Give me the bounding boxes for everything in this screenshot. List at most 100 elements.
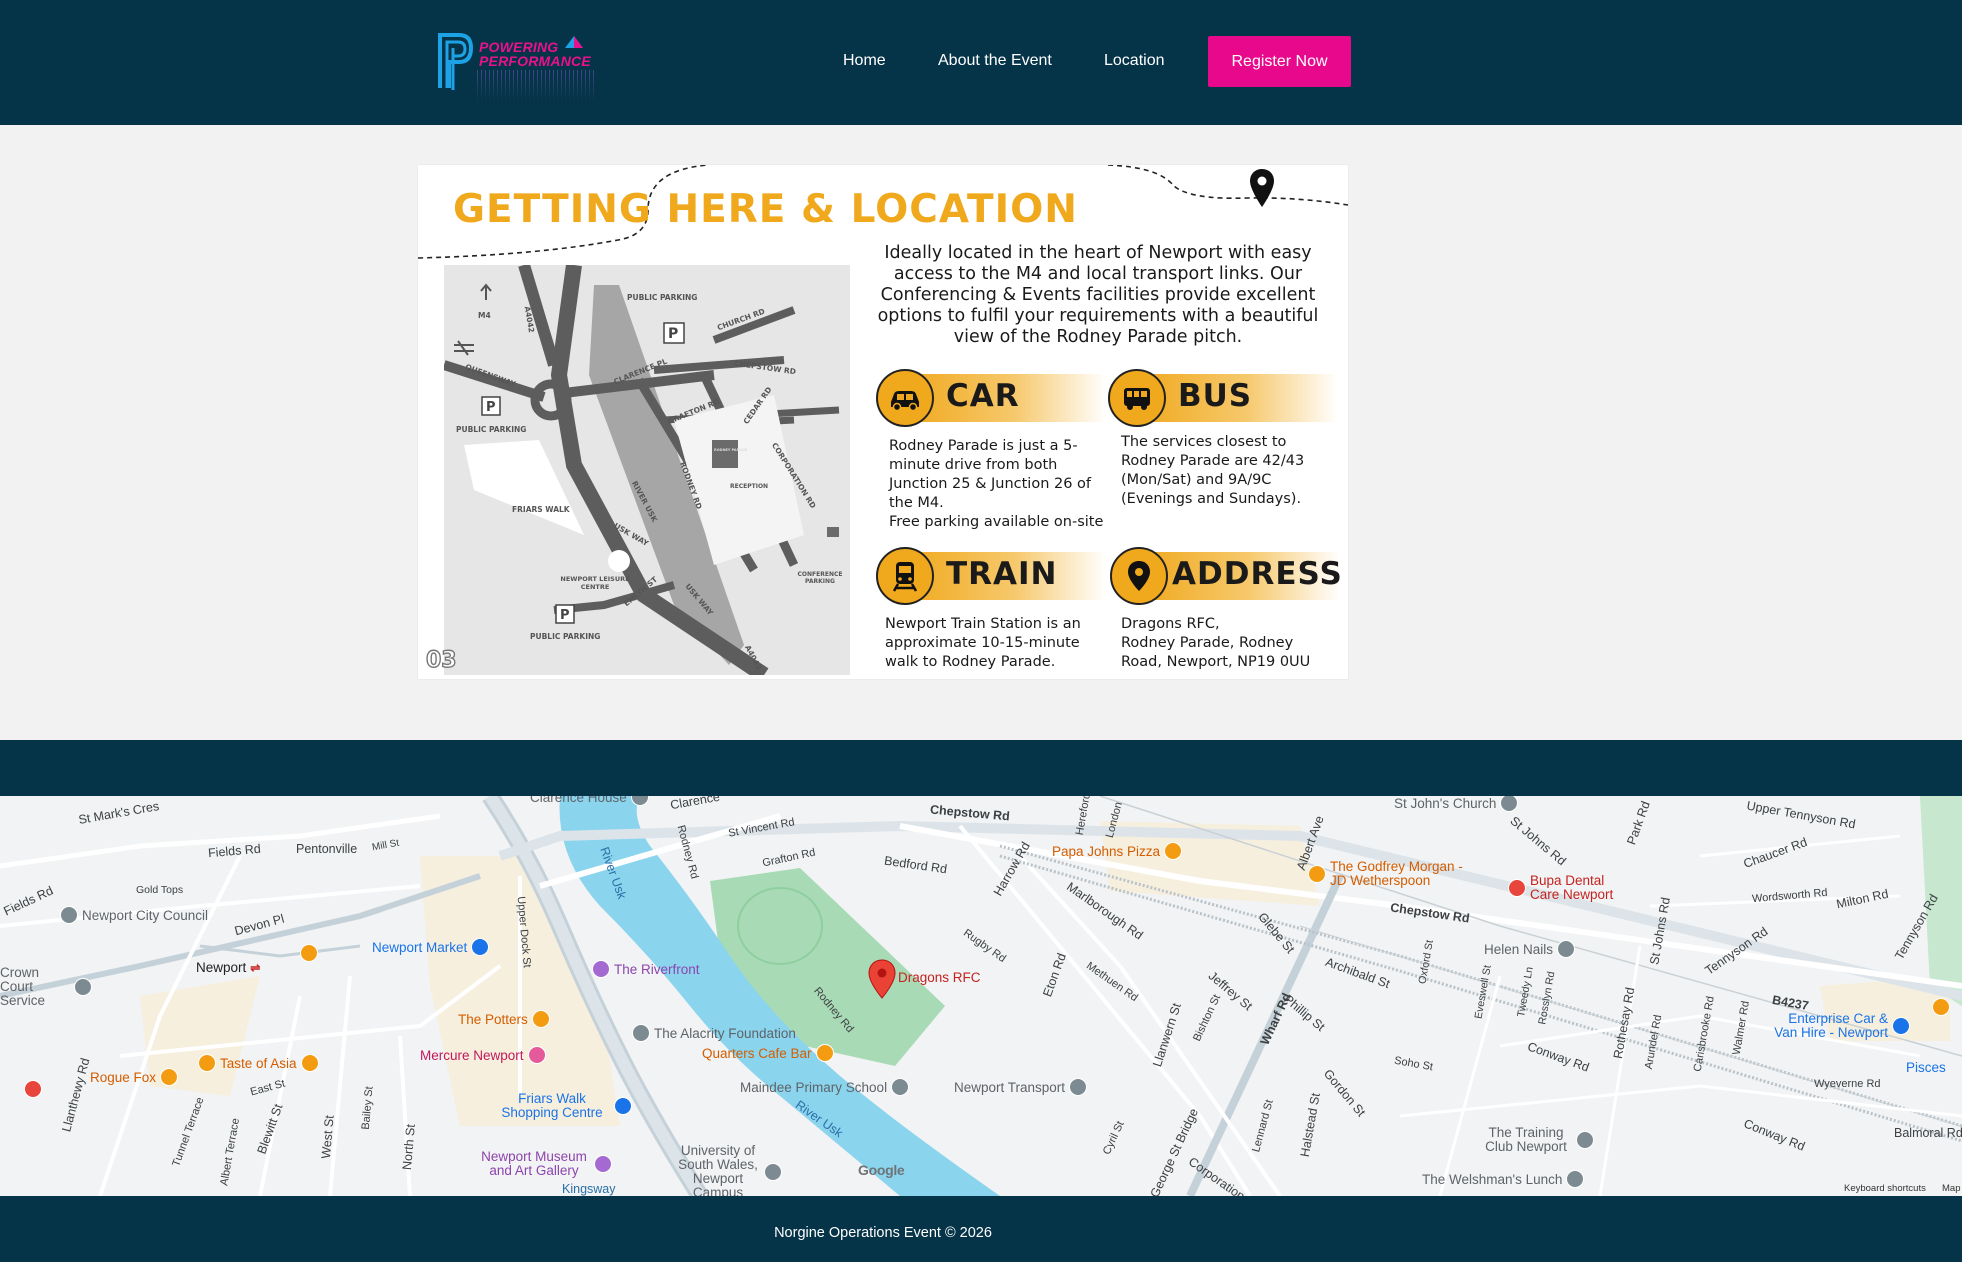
logo-p-icon <box>438 33 474 90</box>
poi-label: Newport Museum and Art Gallery <box>481 1149 587 1178</box>
poi-mercure-newport[interactable]: Mercure Newport <box>420 1046 546 1064</box>
poi-the-potters[interactable]: The Potters <box>458 1010 550 1028</box>
health-icon <box>24 1080 42 1098</box>
health-icon <box>1508 879 1526 897</box>
map-pin-icon <box>1250 169 1274 207</box>
address-section-heading: ADDRESS <box>1110 547 1342 605</box>
poi-label: Bupa Dental Care Newport <box>1530 873 1614 902</box>
road-label: Pentonville <box>296 842 358 856</box>
poi-bupa-dental[interactable]: Bupa Dental Care Newport <box>1508 874 1638 902</box>
car-text-line: the M4. <box>889 495 944 511</box>
register-now-button[interactable]: Register Now <box>1208 36 1351 87</box>
logo-triangle-icon <box>565 36 583 48</box>
svg-text:P: P <box>486 400 496 415</box>
train-icon <box>892 562 918 592</box>
poi-quarters-cafe-bar[interactable]: Quarters Cafe Bar <box>702 1044 834 1062</box>
poi-label: Helen Nails <box>1484 941 1554 957</box>
mini-label-rodney-parade: RODNEY PARADE <box>714 448 748 452</box>
nav-about-the-event[interactable]: About the Event <box>938 36 1052 86</box>
civic-icon <box>74 978 92 996</box>
poi-label: Newport Market <box>372 939 468 955</box>
nav-location[interactable]: Location <box>1104 36 1165 86</box>
poi-newport-city-council[interactable]: Newport City Council <box>60 906 208 924</box>
poi-label: Maindee Primary School <box>740 1079 888 1095</box>
mini-label-m4: M4 <box>478 311 491 320</box>
poi-training-club[interactable]: The Training Club Newport <box>1480 1126 1600 1154</box>
bus-heading: BUS <box>1178 378 1253 414</box>
poi-label: University of South Wales, Newport Campu… <box>678 1143 758 1197</box>
car-rental-icon <box>1892 1017 1910 1035</box>
poi-crown-court[interactable]: Crown Court Service <box>0 966 96 1008</box>
selected-location-pin-icon[interactable] <box>868 959 896 999</box>
business-icon <box>1069 1078 1088 1096</box>
bus-text-line: The services closest to <box>1121 434 1287 450</box>
road-label: Kingsway <box>562 1182 616 1196</box>
school-icon <box>891 1078 910 1096</box>
road-label: Balmoral Rd <box>1894 1126 1962 1140</box>
poi-maindee-primary-school[interactable]: Maindee Primary School <box>740 1078 910 1096</box>
map-data-link[interactable]: Map <box>1942 1183 1960 1194</box>
site-footer: Norgine Operations Event © 2026 <box>0 1196 1962 1262</box>
keyboard-shortcuts-link[interactable]: Keyboard shortcuts <box>1844 1183 1926 1194</box>
school-icon <box>632 1024 650 1042</box>
poi-newport-transport[interactable]: Newport Transport <box>954 1078 1088 1096</box>
car-text-line: Rodney Parade is just a 5- <box>889 438 1078 454</box>
logo-stripes <box>477 70 597 102</box>
poi-hospital[interactable] <box>24 1080 42 1098</box>
poi-label: The Training Club Newport <box>1485 1125 1567 1154</box>
svg-text:P: P <box>560 608 570 623</box>
poi-welshmans-lunch[interactable]: The Welshman's Lunch <box>1422 1170 1585 1188</box>
car-text: Rodney Parade is just a 5- minute drive … <box>889 437 1103 532</box>
bus-icon <box>1124 388 1150 410</box>
section-divider-band <box>0 740 1962 796</box>
poi-label: Quarters Cafe Bar <box>702 1045 812 1061</box>
footer-copyright: Norgine Operations Event © 2026 <box>774 1225 992 1241</box>
nav-home[interactable]: Home <box>843 36 886 86</box>
poi-clarence-house[interactable]: Clarence House <box>530 796 649 806</box>
poi-label: Taste of Asia <box>220 1055 297 1071</box>
location-intro: Ideally located in the heart of Newport … <box>877 243 1319 347</box>
poi-the-riverfront[interactable]: The Riverfront <box>592 960 700 978</box>
poi-label: Mercure Newport <box>420 1047 524 1063</box>
site-header: POWERING PERFORMANCE Home About the Even… <box>0 0 1962 125</box>
restaurant-icon <box>1164 842 1183 860</box>
poi-godfrey-morgan[interactable]: The Godfrey Morgan - JD Wetherspoon <box>1308 860 1478 888</box>
restaurant-icon <box>1932 998 1950 1016</box>
poi-label: The Riverfront <box>614 961 700 977</box>
car-text-line: minute drive from both <box>889 457 1058 473</box>
location-title: GETTING HERE & LOCATION <box>453 187 1078 232</box>
poi-alacrity-foundation[interactable]: The Alacrity Foundation <box>632 1024 796 1042</box>
bus-text-line: (Evenings and Sundays). <box>1121 491 1302 507</box>
poi-newport-market[interactable]: Newport Market <box>372 938 490 956</box>
poi-label: Dragons RFC <box>898 970 981 985</box>
poi-newport-station[interactable]: Newport ⇌ <box>196 960 260 975</box>
poi-st-johns-church[interactable]: St John's Church <box>1394 796 1519 812</box>
poi-pisces[interactable]: Pisces <box>1906 1060 1946 1075</box>
logo-line-2: PERFORMANCE <box>479 53 591 69</box>
poi-food-east[interactable] <box>1932 998 1950 1016</box>
train-heading: TRAIN <box>946 556 1058 592</box>
poi-label: The Potters <box>458 1011 528 1027</box>
poi-label: Newport Transport <box>954 1079 1066 1095</box>
church-icon <box>1500 796 1519 812</box>
poi-enterprise-car-hire[interactable]: Enterprise Car & Van Hire - Newport <box>1764 1012 1912 1040</box>
poi-dragons-rfc[interactable]: Dragons RFC <box>898 970 981 985</box>
address-text: Dragons RFC, Rodney Parade, Rodney Road,… <box>1121 615 1310 672</box>
poi-label: St John's Church <box>1394 796 1497 811</box>
poi-friars-walk[interactable]: Friars Walk Shopping Centre <box>494 1092 644 1120</box>
address-text-line: Road, Newport, NP19 0UU <box>1121 654 1311 670</box>
poi-newport-museum[interactable]: Newport Museum and Art Gallery <box>478 1150 618 1178</box>
poi-helen-nails[interactable]: Helen Nails <box>1484 940 1576 958</box>
poi-taste-of-asia[interactable]: Taste of Asia <box>198 1054 319 1072</box>
site-logo[interactable]: POWERING PERFORMANCE <box>437 30 607 105</box>
poi-label: The Welshman's Lunch <box>1422 1171 1563 1187</box>
google-map-embed[interactable]: St Mark's Cres Fields Rd Pentonville Mil… <box>0 796 1962 1196</box>
bus-text-line: Rodney Parade are 42/43 <box>1121 453 1305 469</box>
poi-label: Rogue Fox <box>90 1069 157 1085</box>
mini-label-leisure-centre: NEWPORT LEISURE CENTRE <box>560 575 630 591</box>
poi-cafe-west[interactable] <box>300 944 318 962</box>
poi-rogue-fox[interactable]: Rogue Fox <box>90 1068 179 1086</box>
school-icon <box>764 1163 782 1181</box>
poi-papa-johns-pizza[interactable]: Papa Johns Pizza <box>1052 842 1183 860</box>
poi-university-of-south-wales[interactable]: University of South Wales, Newport Campu… <box>676 1144 788 1196</box>
